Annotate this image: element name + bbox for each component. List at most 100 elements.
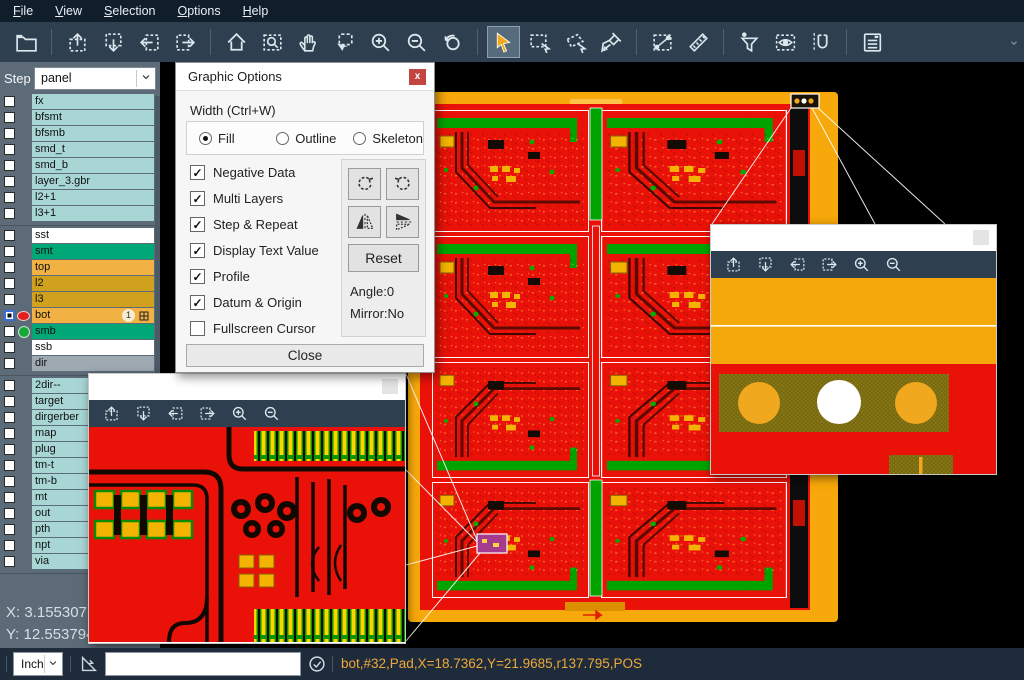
radio-fill[interactable]: Fill <box>199 131 264 146</box>
menu-options[interactable]: Options <box>166 0 231 22</box>
shift-right-icon[interactable] <box>816 253 842 277</box>
checkbox-display-text-value[interactable]: ✓Display Text Value <box>190 237 319 263</box>
command-input[interactable] <box>105 652 301 676</box>
magnifier-right-view[interactable] <box>711 278 996 474</box>
unit-select[interactable]: Inch <box>13 652 63 676</box>
menu-view[interactable]: View <box>44 0 93 22</box>
layer-checkbox[interactable] <box>4 112 15 123</box>
layer-checkbox[interactable] <box>4 278 15 289</box>
layer-checkbox[interactable] <box>4 492 15 503</box>
rotate-ccw-button[interactable] <box>386 168 419 200</box>
brush-icon[interactable] <box>595 26 628 58</box>
layer-name[interactable]: dir <box>32 356 154 371</box>
select-polygon-icon[interactable] <box>559 26 592 58</box>
shift-down-icon[interactable] <box>752 253 778 277</box>
menu-selection[interactable]: Selection <box>93 0 166 22</box>
zoom-previous-icon[interactable] <box>436 26 469 58</box>
ruler-icon[interactable] <box>682 26 715 58</box>
shift-up-icon[interactable] <box>720 253 746 277</box>
close-button[interactable]: Close <box>186 344 424 367</box>
shift-right-icon[interactable] <box>169 26 202 58</box>
shift-left-icon[interactable] <box>162 402 188 426</box>
layer-checkbox[interactable] <box>4 192 15 203</box>
eye-icon[interactable] <box>769 26 802 58</box>
layer-checkbox[interactable] <box>4 412 15 423</box>
magnifier-left-view[interactable] <box>89 427 405 642</box>
select-rect-icon[interactable] <box>523 26 556 58</box>
radio-skeleton[interactable]: Skeleton <box>353 131 423 146</box>
checkbox-negative-data[interactable]: ✓Negative Data <box>190 159 319 185</box>
select-arrow-icon[interactable] <box>487 26 520 58</box>
home-icon[interactable] <box>220 26 253 58</box>
magnifier-left-title-bar[interactable] <box>89 374 405 400</box>
layer-name[interactable]: top <box>32 260 154 275</box>
layer-checkbox[interactable] <box>4 326 15 337</box>
layer-checkbox[interactable] <box>4 262 15 273</box>
layer-name[interactable]: l3 <box>32 292 154 307</box>
layer-name[interactable]: l2 <box>32 276 154 291</box>
layer-name[interactable]: smb <box>32 324 154 339</box>
checkbox-profile[interactable]: ✓Profile <box>190 263 319 289</box>
layer-checkbox[interactable] <box>4 396 15 407</box>
layer-checkbox[interactable] <box>4 246 15 257</box>
layer-checkbox[interactable] <box>4 358 15 369</box>
zoom-window-icon[interactable] <box>256 26 289 58</box>
magnet-icon[interactable] <box>805 26 838 58</box>
shift-down-icon[interactable] <box>97 26 130 58</box>
layer-name[interactable]: bot1 <box>32 308 154 323</box>
shift-up-icon[interactable] <box>61 26 94 58</box>
menu-file[interactable]: File <box>2 0 44 22</box>
checkbox-multi-layers[interactable]: ✓Multi Layers <box>190 185 319 211</box>
layer-checkbox[interactable] <box>4 128 15 139</box>
layer-name[interactable]: smd_b <box>32 158 154 173</box>
sync-icon[interactable] <box>306 653 328 675</box>
layer-name[interactable]: layer_3.gbr <box>32 174 154 189</box>
popup-window-button[interactable] <box>973 230 989 245</box>
layer-name[interactable]: bfsmb <box>32 126 154 141</box>
step-select[interactable]: panel <box>34 67 156 90</box>
mirror-vertical-button[interactable] <box>386 206 419 238</box>
zoom-out-icon[interactable] <box>258 402 284 426</box>
layer-checkbox[interactable] <box>4 310 15 321</box>
layer-checkbox[interactable] <box>4 444 15 455</box>
layer-name[interactable]: ssb <box>32 340 154 355</box>
layer-checkbox[interactable] <box>4 556 15 567</box>
zoom-in-icon[interactable] <box>364 26 397 58</box>
layer-checkbox[interactable] <box>4 144 15 155</box>
layer-checkbox[interactable] <box>4 380 15 391</box>
zoom-out-icon[interactable] <box>880 253 906 277</box>
layer-name[interactable]: l3+1 <box>32 206 154 221</box>
shift-up-icon[interactable] <box>98 402 124 426</box>
folder-open-icon[interactable] <box>10 26 43 58</box>
close-icon[interactable]: x <box>409 69 426 85</box>
zoom-in-icon[interactable] <box>848 253 874 277</box>
measure-line-icon[interactable] <box>646 26 679 58</box>
layer-name[interactable]: smd_t <box>32 142 154 157</box>
layer-checkbox[interactable] <box>4 524 15 535</box>
shift-left-icon[interactable] <box>784 253 810 277</box>
shift-left-icon[interactable] <box>133 26 166 58</box>
layers-panel-icon[interactable] <box>856 26 889 58</box>
radio-outline[interactable]: Outline <box>276 131 341 146</box>
checkbox-step-repeat[interactable]: ✓Step & Repeat <box>190 211 319 237</box>
checkbox-datum-origin[interactable]: ✓Datum & Origin <box>190 289 319 315</box>
layer-checkbox[interactable] <box>4 540 15 551</box>
zoom-out-icon[interactable] <box>400 26 433 58</box>
magnifier-right-title-bar[interactable] <box>711 225 996 251</box>
zoom-in-icon[interactable] <box>226 402 252 426</box>
shift-right-icon[interactable] <box>194 402 220 426</box>
rotate-cw-button[interactable] <box>348 168 381 200</box>
filter-icon[interactable] <box>733 26 766 58</box>
pan-hand-icon[interactable] <box>292 26 325 58</box>
layer-name[interactable]: sst <box>32 228 154 243</box>
layer-checkbox[interactable] <box>4 96 15 107</box>
shift-down-icon[interactable] <box>130 402 156 426</box>
layer-checkbox[interactable] <box>4 176 15 187</box>
layer-checkbox[interactable] <box>4 160 15 171</box>
menu-help[interactable]: Help <box>232 0 280 22</box>
grid-icon[interactable] <box>138 310 150 322</box>
snap-angle-icon[interactable] <box>78 653 100 675</box>
layer-name[interactable]: fx <box>32 94 154 109</box>
layer-name[interactable]: smt <box>32 244 154 259</box>
layer-name[interactable]: l2+1 <box>32 190 154 205</box>
